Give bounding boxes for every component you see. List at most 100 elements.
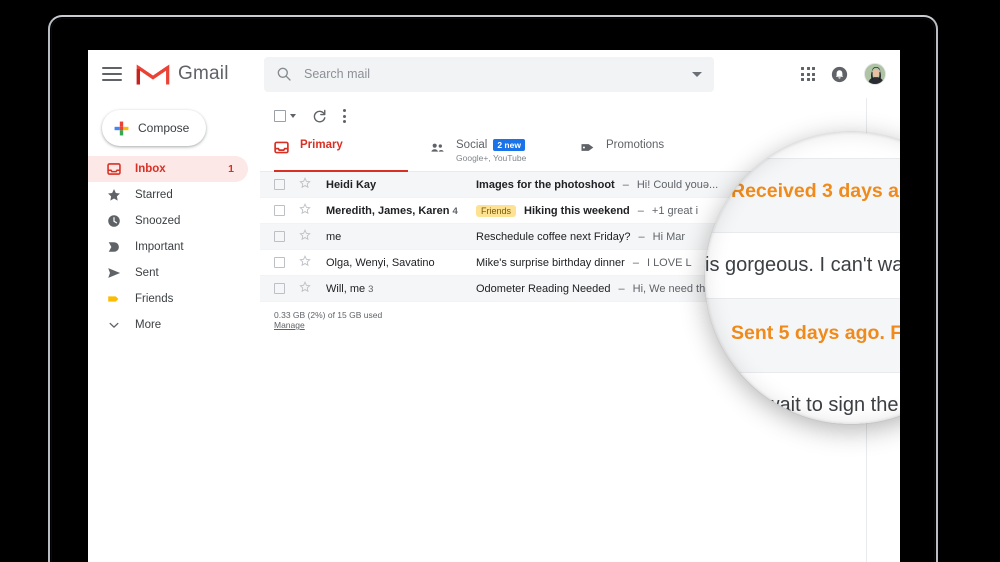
- star-icon[interactable]: [299, 281, 312, 296]
- sidebar-item-label: Snoozed: [135, 215, 180, 227]
- row-snippet: I LOVE L: [647, 257, 692, 269]
- notification-bell-icon[interactable]: [831, 66, 848, 83]
- magnified-snippet-tail: e...: [705, 184, 722, 198]
- magnifier-lens: e... Received 3 days ago. Reply? is gorg…: [705, 132, 900, 424]
- star-icon: [106, 188, 121, 202]
- top-bar: Gmail: [88, 50, 900, 98]
- sender-name: Will, me: [326, 283, 365, 295]
- sidebar-item-snoozed[interactable]: Snoozed: [88, 208, 248, 234]
- tag-icon: [580, 139, 597, 160]
- search-icon: [276, 66, 292, 82]
- row-subject: Odometer Reading Needed: [476, 283, 611, 295]
- important-icon: [106, 240, 121, 254]
- manage-storage-link[interactable]: Manage: [274, 320, 382, 330]
- star-icon[interactable]: [299, 255, 312, 270]
- row-sender: Heidi Kay: [326, 179, 476, 191]
- row-subject: Reschedule coffee next Friday?: [476, 231, 631, 243]
- storage-text: 0.33 GB (2%) of 15 GB used: [274, 310, 382, 320]
- row-sender: me: [326, 231, 476, 243]
- row-sender: Will, me3: [326, 283, 476, 295]
- screenshot-stage: Gmail: [0, 0, 1000, 562]
- inbox-icon: [106, 162, 121, 176]
- magnified-snippet-gorgeous: is gorgeous. I can't wait!: [705, 254, 900, 277]
- menu-icon[interactable]: [102, 67, 122, 81]
- row-label-chip: Friends: [476, 205, 516, 217]
- compose-button[interactable]: Compose: [102, 110, 206, 146]
- row-sender: Meredith, James, Karen4: [326, 205, 476, 217]
- search-input[interactable]: [304, 67, 644, 81]
- row-snippet: Hi Mar: [653, 231, 685, 243]
- sidebar-item-important[interactable]: Important: [88, 234, 248, 260]
- sidebar-item-more[interactable]: More: [88, 312, 248, 338]
- sidebar-item-starred[interactable]: Starred: [88, 182, 248, 208]
- row-separator: –: [638, 205, 644, 217]
- star-icon[interactable]: [299, 229, 312, 244]
- sidebar-item-sent[interactable]: Sent: [88, 260, 248, 286]
- more-options-icon[interactable]: [343, 109, 346, 123]
- search-bar[interactable]: [264, 57, 714, 92]
- active-tab-underline: [274, 170, 408, 173]
- row-checkbox[interactable]: [274, 257, 285, 268]
- tab-sublabel: Google+, YouTube: [456, 153, 526, 163]
- row-sender: Olga, Wenyi, Savatino: [326, 257, 476, 269]
- magnified-divider: [705, 298, 900, 299]
- storage-info: 0.33 GB (2%) of 15 GB used Manage: [274, 310, 382, 330]
- label-icon: [106, 292, 121, 306]
- row-subject: Images for the photoshoot: [476, 179, 615, 191]
- sender-name: Meredith, James, Karen: [326, 205, 450, 217]
- row-subject: Hiking this weekend: [524, 205, 630, 217]
- tab-social[interactable]: Social 2 new Google+, YouTube: [430, 134, 580, 172]
- magnifier-content: e... Received 3 days ago. Reply? is gorg…: [705, 132, 900, 424]
- avatar[interactable]: [864, 63, 886, 85]
- search-options-chevron-down-icon[interactable]: [692, 72, 702, 77]
- inbox-icon: [274, 139, 291, 160]
- tab-primary[interactable]: Primary: [260, 134, 430, 172]
- checkbox-icon: [274, 110, 286, 122]
- sidebar-item-label: Sent: [135, 267, 159, 279]
- sidebar-item-label: More: [135, 319, 161, 331]
- magnified-divider: [705, 158, 900, 159]
- row-snippet: +1 great i: [652, 205, 698, 217]
- select-all-checkbox[interactable]: [274, 110, 296, 122]
- magnified-nudge-sent: Sent 5 days ago. Follow up?: [731, 322, 900, 345]
- magnified-divider: [705, 232, 900, 233]
- tab-label: Promotions: [606, 139, 664, 151]
- sidebar-item-label: Important: [135, 241, 184, 253]
- thread-count: 4: [453, 206, 458, 217]
- sender-name: Olga, Wenyi, Savatino: [326, 257, 435, 269]
- avatar-photo-icon: [865, 64, 886, 85]
- chevron-down-icon: [106, 318, 121, 332]
- magnified-snippet-tail: ..: [705, 330, 712, 344]
- mail-toolbar: [260, 98, 900, 134]
- row-checkbox[interactable]: [274, 283, 285, 294]
- sidebar-nav: Inbox 1 Starred: [88, 156, 260, 338]
- row-checkbox[interactable]: [274, 205, 285, 216]
- row-snippet: Hi, We need th..: [633, 283, 712, 295]
- thread-count: 3: [368, 284, 373, 295]
- row-checkbox[interactable]: [274, 231, 285, 242]
- row-subject: Mike's surprise birthday dinner: [476, 257, 625, 269]
- sidebar-item-label: Starred: [135, 189, 173, 201]
- magnifier-clip: e... Received 3 days ago. Reply? is gorg…: [705, 132, 900, 424]
- row-separator: –: [639, 231, 645, 243]
- apps-grid-icon[interactable]: [801, 67, 815, 81]
- send-icon: [106, 266, 121, 280]
- sidebar-item-friends[interactable]: Friends: [88, 286, 248, 312]
- star-icon[interactable]: [299, 177, 312, 192]
- chevron-down-icon[interactable]: [290, 114, 296, 118]
- sidebar-item-label: Friends: [135, 293, 173, 305]
- sidebar-item-inbox[interactable]: Inbox 1: [88, 156, 248, 182]
- tab-label: Primary: [300, 139, 343, 151]
- sender-name: me: [326, 231, 341, 243]
- refresh-icon[interactable]: [312, 109, 327, 124]
- magnified-nudge-received: Received 3 days ago. Reply?: [731, 180, 900, 203]
- row-checkbox[interactable]: [274, 179, 285, 190]
- gmail-logo: Gmail: [136, 62, 252, 87]
- star-icon[interactable]: [299, 203, 312, 218]
- row-separator: –: [623, 179, 629, 191]
- magnified-divider: [705, 372, 900, 373]
- row-separator: –: [633, 257, 639, 269]
- top-right-actions: [801, 63, 900, 85]
- people-icon: [430, 139, 447, 160]
- sidebar: Compose Inbox 1: [88, 98, 260, 562]
